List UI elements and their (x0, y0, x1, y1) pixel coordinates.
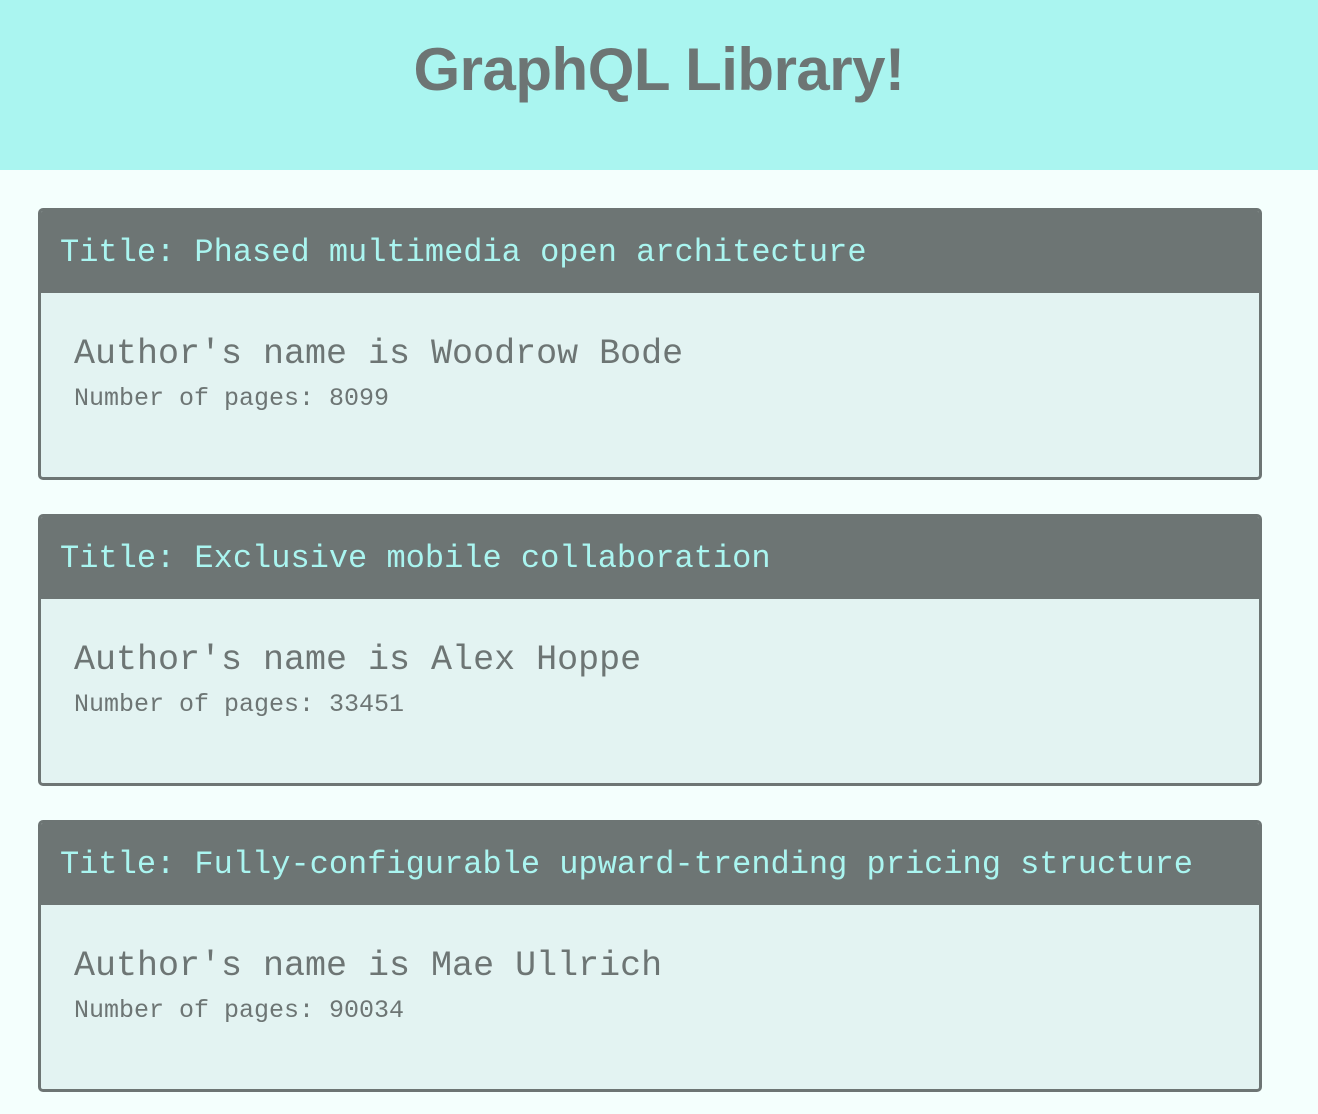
book-details: Author's name is Woodrow Bode Number of … (41, 293, 1259, 415)
book-author: Author's name is Mae Ullrich (74, 946, 663, 986)
book-card: Title: Fully-configurable upward-trendin… (38, 820, 1262, 1092)
book-pages: Number of pages: 33451 (74, 690, 405, 719)
book-pages: Number of pages: 90034 (74, 996, 405, 1025)
book-title: Title: Phased multimedia open architectu… (60, 233, 867, 271)
book-author: Author's name is Alex Hoppe (74, 640, 642, 680)
book-pages: Number of pages: 8099 (74, 384, 390, 413)
book-list: Title: Phased multimedia open architectu… (38, 208, 1262, 1092)
page-title: GraphQL Library! (413, 35, 905, 103)
book-card: Title: Exclusive mobile collaboration Au… (38, 514, 1262, 786)
page-header: GraphQL Library! (0, 0, 1318, 170)
book-details: Author's name is Mae Ullrich Number of p… (41, 905, 1259, 1027)
book-title-bar: Title: Fully-configurable upward-trendin… (41, 823, 1259, 905)
book-details: Author's name is Alex Hoppe Number of pa… (41, 599, 1259, 721)
book-title-bar: Title: Exclusive mobile collaboration (41, 517, 1259, 599)
book-title: Title: Exclusive mobile collaboration (60, 539, 771, 577)
book-author: Author's name is Woodrow Bode (74, 334, 684, 374)
book-card: Title: Phased multimedia open architectu… (38, 208, 1262, 480)
book-title: Title: Fully-configurable upward-trendin… (60, 845, 1193, 883)
book-title-bar: Title: Phased multimedia open architectu… (41, 211, 1259, 293)
